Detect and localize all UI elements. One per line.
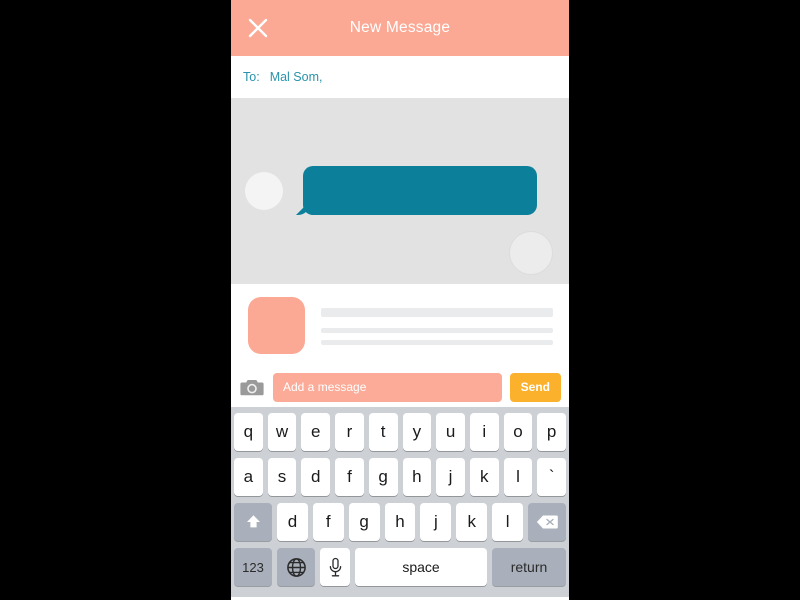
key-g[interactable]: g [368, 458, 398, 496]
key-e[interactable]: e [301, 413, 331, 451]
placeholder-line [321, 308, 553, 317]
key-l[interactable]: l [503, 458, 533, 496]
conversation-area [231, 98, 569, 284]
key-q[interactable]: q [233, 413, 263, 451]
to-label: To: [243, 70, 260, 84]
recipient-chip[interactable]: Mal Som, [270, 70, 323, 84]
message-input[interactable] [273, 372, 502, 402]
attachment-preview-card[interactable] [231, 284, 569, 367]
recipient-bar[interactable]: To: Mal Som, [231, 56, 569, 98]
avatar [245, 172, 283, 210]
keyboard-row: 123 space return [234, 548, 566, 586]
app-header: New Message [231, 0, 569, 56]
key-return[interactable]: return [492, 548, 566, 586]
close-icon[interactable] [243, 13, 273, 43]
key-j-2[interactable]: j [420, 503, 452, 541]
key-microphone[interactable] [320, 548, 350, 586]
message-bubble [303, 166, 537, 215]
key-f[interactable]: f [335, 458, 364, 496]
key-h-2[interactable]: h [384, 503, 416, 541]
key-numbers[interactable]: 123 [234, 548, 272, 586]
page-title: New Message [349, 19, 451, 36]
key-o[interactable]: o [503, 413, 533, 451]
keyboard-row: a s d f g h j k l ` [233, 458, 567, 496]
key-k[interactable]: k [469, 458, 499, 496]
message-input-bar: Send [231, 367, 569, 407]
key-y[interactable]: y [402, 413, 432, 451]
key-d[interactable]: d [301, 458, 331, 496]
key-i[interactable]: i [469, 413, 499, 451]
on-screen-keyboard: q w e r t y u i o p a s d f g h j k l ` [231, 407, 569, 597]
key-a[interactable]: a [233, 458, 263, 496]
placeholder-line [321, 340, 553, 345]
keyboard-row: q w e r t y u i o p [233, 413, 567, 451]
key-shift[interactable] [234, 503, 272, 541]
preview-thumbnail [248, 297, 305, 354]
preview-placeholder-lines [321, 306, 553, 345]
send-button[interactable]: Send [509, 372, 561, 402]
key-t[interactable]: t [368, 413, 398, 451]
key-f-2[interactable]: f [312, 503, 344, 541]
avatar [509, 231, 553, 275]
microphone-icon [328, 557, 343, 578]
backspace-icon [536, 514, 559, 530]
shift-arrow-icon [244, 513, 263, 532]
keyboard-row: d f g h j k l [234, 503, 567, 541]
key-p[interactable]: p [537, 413, 567, 451]
key-l-2[interactable]: l [492, 503, 524, 541]
key-w[interactable]: w [267, 413, 297, 451]
phone-screen: New Message To: Mal Som, Send [231, 0, 569, 600]
placeholder-line [321, 328, 553, 333]
key-h[interactable]: h [402, 458, 432, 496]
key-globe[interactable] [277, 548, 315, 586]
key-d-2[interactable]: d [277, 503, 308, 541]
key-space[interactable]: space [355, 548, 487, 586]
key-j[interactable]: j [436, 458, 465, 496]
key-u[interactable]: u [436, 413, 465, 451]
camera-icon[interactable] [239, 376, 265, 398]
key-g-2[interactable]: g [348, 503, 380, 541]
key-k-2[interactable]: k [456, 503, 488, 541]
key-backtick[interactable]: ` [537, 458, 567, 496]
key-s[interactable]: s [267, 458, 297, 496]
key-r[interactable]: r [335, 413, 364, 451]
globe-icon [286, 557, 307, 578]
key-backspace[interactable] [528, 503, 567, 541]
